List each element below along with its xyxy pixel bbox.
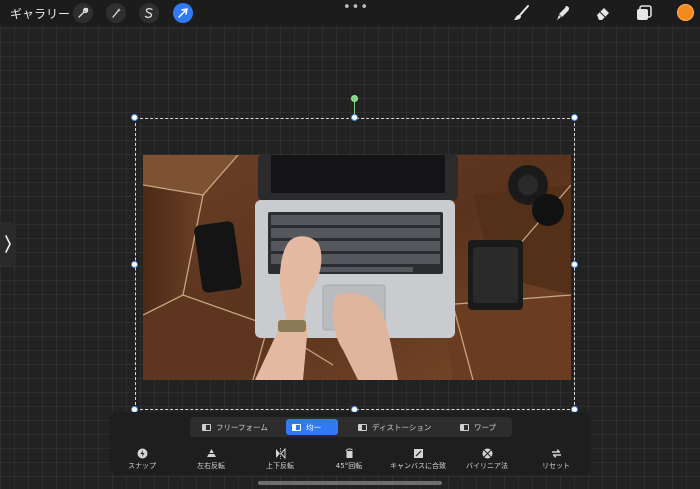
more-menu-button[interactable]: •••	[343, 0, 369, 15]
snap-button[interactable]: スナップ	[112, 448, 172, 471]
mode-warp[interactable]: ワープ	[454, 419, 502, 435]
sidebar-toggle[interactable]	[0, 222, 16, 266]
selection-s-icon[interactable]	[139, 3, 159, 23]
chevron-right-icon	[5, 235, 11, 253]
rotate-45-button[interactable]: 45°回転	[319, 448, 379, 471]
bilinear-button[interactable]: バイリニア法	[457, 448, 517, 471]
transform-bounding-box	[135, 118, 575, 410]
home-indicator[interactable]	[258, 481, 442, 485]
color-picker-button[interactable]	[677, 4, 694, 21]
freeform-icon	[202, 423, 211, 431]
mode-freeform[interactable]: フリーフォーム	[196, 419, 274, 435]
bilinear-icon	[482, 448, 492, 459]
uniform-icon	[292, 423, 301, 431]
top-toolbar: ギャラリー •••	[0, 0, 700, 26]
rotation-handle[interactable]	[351, 95, 358, 102]
flip-vertical-icon	[275, 448, 285, 459]
magic-wand-icon[interactable]	[106, 3, 126, 23]
handle-top-left[interactable]	[131, 114, 138, 121]
mode-distort[interactable]: ディストーション	[352, 419, 437, 435]
snap-icon	[137, 448, 147, 459]
distort-icon	[358, 423, 367, 431]
transform-arrow-icon[interactable]	[173, 3, 193, 23]
flip-vertical-button[interactable]: 上下反転	[250, 448, 310, 471]
reset-button[interactable]: リセット	[526, 448, 586, 471]
handle-middle-left[interactable]	[131, 261, 138, 268]
flip-horizontal-button[interactable]: 左右反転	[181, 448, 241, 471]
handle-top-right[interactable]	[571, 114, 578, 121]
brush-icon[interactable]	[511, 3, 531, 23]
warp-icon	[460, 423, 469, 431]
fit-canvas-button[interactable]: キャンバスに合致	[388, 448, 448, 471]
handle-top-middle[interactable]	[351, 114, 358, 121]
wrench-icon[interactable]	[73, 3, 93, 23]
smudge-icon[interactable]	[553, 3, 573, 23]
reset-icon	[551, 449, 561, 458]
flip-horizontal-icon	[205, 449, 217, 457]
rotate-45-icon	[345, 448, 353, 458]
handle-middle-right[interactable]	[571, 261, 578, 268]
gallery-button[interactable]: ギャラリー	[10, 5, 70, 22]
mode-uniform[interactable]: 均一	[286, 419, 338, 435]
transform-panel: フリーフォーム 均一 ディストーション ワープ スナップ 左右反転 上下反転 4…	[110, 412, 591, 475]
transform-mode-selector: フリーフォーム 均一 ディストーション ワープ	[190, 417, 512, 437]
fit-canvas-icon	[413, 449, 423, 458]
eraser-icon[interactable]	[593, 3, 613, 23]
layers-icon[interactable]	[634, 3, 654, 23]
